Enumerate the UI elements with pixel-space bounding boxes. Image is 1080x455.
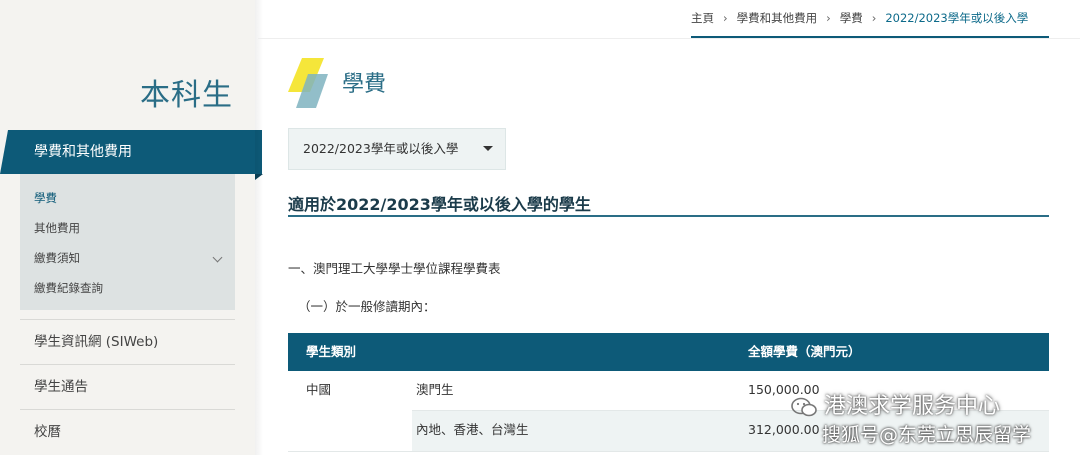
sidebar-link-siweb[interactable]: 學生資訊網 (SIWeb) xyxy=(20,319,235,363)
submenu-item-payment-records[interactable]: 繳費紀錄查詢 xyxy=(20,276,235,306)
breadcrumb-level1[interactable]: 學費和其他費用 xyxy=(737,10,818,26)
watermark-text: 港澳求学服务中心 xyxy=(824,394,1001,419)
table-cell-category: 澳門生 xyxy=(416,382,454,397)
submenu-item-payment-notes[interactable]: 繳費須知 xyxy=(20,246,235,276)
caret-down-icon xyxy=(483,146,493,151)
tuition-subsection-title: （一）於一般修讀期內： xyxy=(298,299,436,314)
section-divider xyxy=(288,215,1049,217)
submenu-item-tuition[interactable]: 學費 xyxy=(20,186,235,216)
breadcrumb-separator: › xyxy=(826,11,831,25)
sidebar-shadow xyxy=(255,0,263,455)
top-divider xyxy=(258,38,1080,39)
chevron-down-icon[interactable] xyxy=(212,252,223,263)
sidebar: 本科生 學費和其他費用 學費 其他費用 繳費須知 繳費紀錄查詢 學生資訊網 (S… xyxy=(0,0,263,455)
table-header-student-type: 學生類別 xyxy=(306,344,357,359)
submenu-item-other-fees[interactable]: 其他費用 xyxy=(20,216,235,246)
page-title: 學費 xyxy=(342,72,387,97)
submenu-item-label: 繳費須知 xyxy=(34,251,80,265)
sidebar-link-calendar[interactable]: 校曆 xyxy=(20,409,235,453)
breadcrumb-underline xyxy=(691,36,1049,38)
dropdown-selected-value: 2022/2023學年或以後入學 xyxy=(303,141,459,156)
table-bottom-border xyxy=(288,451,1049,452)
table-cell-category: 內地、香港、台灣生 xyxy=(416,422,529,437)
breadcrumb-level2[interactable]: 學費 xyxy=(840,10,863,26)
sidebar-title: 本科生 xyxy=(140,78,233,113)
table-header-fee: 全額學費（澳門元） xyxy=(748,344,861,359)
table-header: 學生類別 全額學費（澳門元） xyxy=(288,333,1049,371)
wechat-icon xyxy=(791,397,817,417)
sidebar-submenu: 學費 其他費用 繳費須知 繳費紀錄查詢 xyxy=(20,174,235,310)
watermark-line1: 港澳求学服务中心 xyxy=(790,388,1000,420)
breadcrumb: 主頁 › 學費和其他費用 › 學費 › 2022/2023學年或以後入學 xyxy=(691,10,1028,26)
logo-icon xyxy=(288,58,328,108)
watermark-line2: 搜狐号@东莞立思辰留学 xyxy=(822,424,1032,446)
table-cell-region: 中國 xyxy=(306,382,332,397)
section-heading: 適用於2022/2023學年或以後入學的學生 xyxy=(288,195,591,214)
breadcrumb-current: 2022/2023學年或以後入學 xyxy=(885,11,1029,25)
sidebar-active-section[interactable]: 學費和其他費用 xyxy=(8,130,263,180)
breadcrumb-separator: › xyxy=(871,11,877,25)
breadcrumb-home[interactable]: 主頁 xyxy=(691,10,714,26)
breadcrumb-separator: › xyxy=(723,11,728,25)
sidebar-link-notices[interactable]: 學生通告 xyxy=(20,364,235,408)
intake-year-dropdown[interactable]: 2022/2023學年或以後入學 xyxy=(288,128,506,170)
tuition-table-title: 一、澳門理工大學學士學位課程學費表 xyxy=(288,261,501,276)
